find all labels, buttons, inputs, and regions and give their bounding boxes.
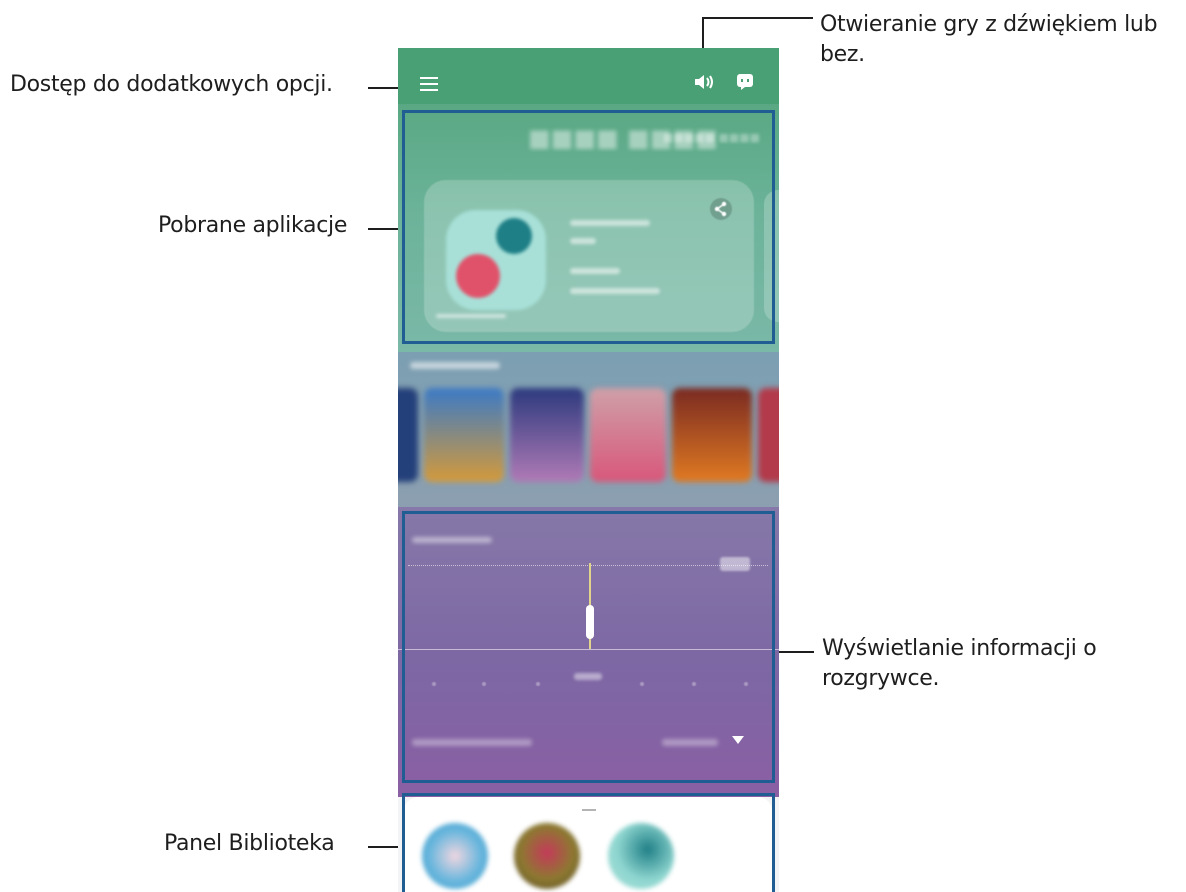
callout-info-line1: Wyświetlanie informacji o <box>822 636 1097 661</box>
recommended-tile[interactable] <box>672 388 752 482</box>
callout-options: Dostęp do dodatkowych opcji. <box>10 72 333 97</box>
recommended-tile[interactable] <box>398 388 418 482</box>
callout-info: Wyświetlanie informacji o rozgrywce. <box>822 634 1097 694</box>
leader-info <box>774 651 814 653</box>
callout-info-line2: rozgrywce. <box>822 666 940 691</box>
callout-sound-line1: Otwieranie gry z dźwiękiem lub <box>820 12 1158 37</box>
callout-sound-line2: bez. <box>820 42 865 67</box>
recommended-tile[interactable] <box>590 388 666 482</box>
recommended-section <box>398 352 779 507</box>
hamburger-menu-icon[interactable] <box>420 77 438 91</box>
callout-sound: Otwieranie gry z dźwiękiem lub bez. <box>820 10 1158 70</box>
callout-downloaded: Pobrane aplikacje <box>158 213 348 238</box>
highlight-downloaded-apps <box>402 110 775 344</box>
leader-options <box>368 87 398 89</box>
chat-icon[interactable] <box>736 73 754 91</box>
recommended-tile[interactable] <box>510 388 584 482</box>
highlight-library-panel <box>402 793 775 892</box>
recommended-tile[interactable] <box>758 388 779 482</box>
speaker-icon[interactable] <box>694 73 714 91</box>
recommended-tile[interactable] <box>424 388 504 482</box>
recommended-title <box>410 362 500 369</box>
highlight-game-info <box>402 511 775 783</box>
callout-library: Panel Biblioteka <box>164 831 335 856</box>
app-header <box>398 48 779 104</box>
leader-sound-h <box>703 17 813 19</box>
